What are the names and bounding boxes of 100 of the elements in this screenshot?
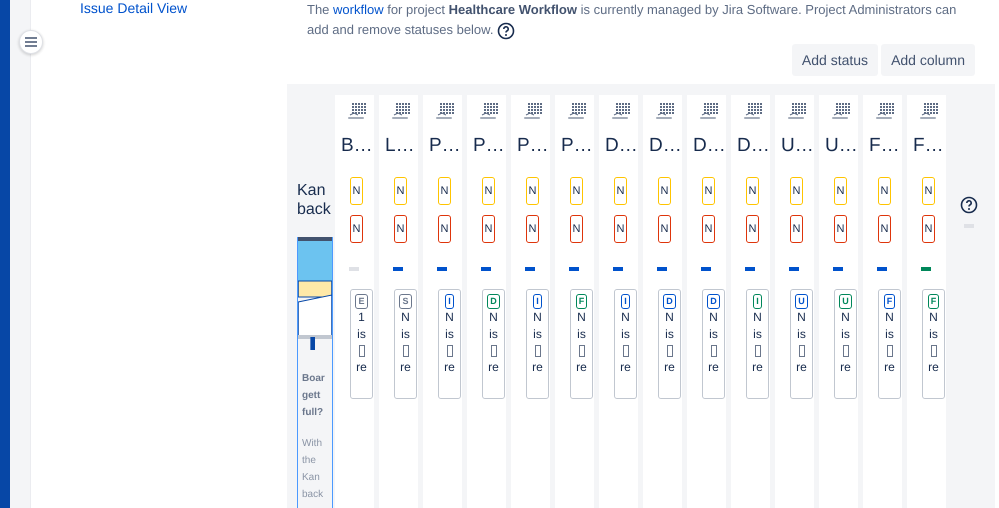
- issue-count: N: [445, 309, 454, 326]
- card-text: is: [665, 326, 674, 343]
- column-title[interactable]: D…: [737, 135, 770, 157]
- card-text: re: [620, 359, 631, 376]
- promo-heading: Boar gett full?: [302, 372, 326, 420]
- max-field[interactable]: N: [658, 215, 671, 243]
- min-field[interactable]: N: [790, 177, 803, 205]
- column-title[interactable]: F…: [913, 135, 944, 157]
- max-field[interactable]: N: [350, 215, 363, 243]
- card-text: re: [532, 359, 543, 376]
- max-field[interactable]: N: [878, 215, 891, 243]
- issue-count: N: [621, 309, 630, 326]
- column-title[interactable]: L…: [385, 135, 415, 157]
- promo-title: Kan back: [297, 181, 332, 219]
- min-field[interactable]: N: [922, 177, 935, 205]
- min-field[interactable]: N: [570, 177, 583, 205]
- max-field[interactable]: N: [922, 215, 935, 243]
- issue-count: N: [489, 309, 498, 326]
- column-title[interactable]: U…: [825, 135, 858, 157]
- promo-text: With the Kan back: [302, 437, 324, 502]
- status-lozenge: E: [355, 294, 368, 309]
- max-field[interactable]: N: [570, 215, 583, 243]
- min-field[interactable]: N: [438, 177, 451, 205]
- status-card[interactable]: I N is re: [614, 289, 637, 399]
- status-card[interactable]: E 1 is re: [350, 289, 373, 399]
- min-field[interactable]: N: [746, 177, 759, 205]
- status-lozenge: I: [621, 294, 630, 309]
- status-card[interactable]: I N is re: [526, 289, 549, 399]
- issue-count: 1: [358, 309, 365, 326]
- column-title[interactable]: U…: [781, 135, 814, 157]
- card-text: re: [752, 359, 763, 376]
- max-field[interactable]: N: [438, 215, 451, 243]
- column-title[interactable]: F…: [869, 135, 900, 157]
- min-field[interactable]: N: [482, 177, 495, 205]
- card-text: is: [445, 326, 454, 343]
- min-field[interactable]: N: [658, 177, 671, 205]
- status-lozenge: F: [884, 294, 896, 309]
- card-text: re: [400, 359, 411, 376]
- card-text: re: [884, 359, 895, 376]
- status-card[interactable]: S N is re: [394, 289, 417, 399]
- column-title[interactable]: P…: [517, 135, 549, 157]
- issue-count: N: [577, 309, 586, 326]
- card-text: re: [576, 359, 587, 376]
- status-card[interactable]: U N is re: [790, 289, 813, 399]
- card-text: is: [709, 326, 718, 343]
- column-title[interactable]: P…: [561, 135, 593, 157]
- toolbar-button[interactable]: Add status: [792, 44, 878, 76]
- min-field[interactable]: N: [350, 177, 363, 205]
- workflow-link[interactable]: workflow: [333, 2, 384, 17]
- toolbar-button[interactable]: Add column: [881, 44, 975, 76]
- max-field[interactable]: N: [702, 215, 715, 243]
- column-title[interactable]: B…: [341, 135, 373, 157]
- status-card[interactable]: D N is re: [482, 289, 505, 399]
- max-field[interactable]: N: [614, 215, 627, 243]
- card-text: re: [664, 359, 675, 376]
- min-field[interactable]: N: [878, 177, 891, 205]
- column-title[interactable]: D…: [693, 135, 726, 157]
- status-card[interactable]: D N is re: [702, 289, 725, 399]
- status-lozenge: I: [445, 294, 454, 309]
- max-field[interactable]: N: [526, 215, 539, 243]
- min-field[interactable]: N: [526, 177, 539, 205]
- card-text: re: [444, 359, 455, 376]
- status-card[interactable]: I N is re: [438, 289, 461, 399]
- status-card[interactable]: D N is re: [658, 289, 681, 399]
- status-card[interactable]: F N is re: [878, 289, 901, 399]
- max-field[interactable]: N: [834, 215, 847, 243]
- sidebar-link[interactable]: Issue Detail View: [80, 0, 188, 16]
- status-card[interactable]: F N is re: [922, 289, 945, 399]
- status-lozenge: F: [576, 294, 588, 309]
- status-card[interactable]: F N is re: [570, 289, 593, 399]
- max-field[interactable]: N: [790, 215, 803, 243]
- status-lozenge: S: [399, 294, 412, 309]
- min-field[interactable]: N: [702, 177, 715, 205]
- min-field[interactable]: N: [834, 177, 847, 205]
- issue-count: N: [753, 309, 762, 326]
- column-title[interactable]: D…: [605, 135, 638, 157]
- status-card[interactable]: U N is re: [834, 289, 857, 399]
- status-lozenge: I: [533, 294, 542, 309]
- max-field[interactable]: N: [482, 215, 495, 243]
- column-title[interactable]: P…: [429, 135, 461, 157]
- card-text: is: [797, 326, 806, 343]
- status-lozenge: U: [795, 294, 808, 309]
- status-lozenge: U: [839, 294, 852, 309]
- min-field[interactable]: N: [614, 177, 627, 205]
- card-text: is: [357, 326, 366, 343]
- max-field[interactable]: N: [746, 215, 759, 243]
- column-title[interactable]: P…: [473, 135, 505, 157]
- status-lozenge: D: [487, 294, 500, 309]
- status-lozenge: D: [663, 294, 676, 309]
- card-text: re: [796, 359, 807, 376]
- card-text: re: [708, 359, 719, 376]
- status-card[interactable]: I N is re: [746, 289, 769, 399]
- intro-text: The workflow for project Healthcare Workflow is currently managed by Jira Software. Project Administrators can add and remove statuses below.: [307, 0, 975, 40]
- card-text: is: [577, 326, 586, 343]
- column-title[interactable]: D…: [649, 135, 682, 157]
- card-text: is: [929, 326, 938, 343]
- max-field[interactable]: N: [394, 215, 407, 243]
- status-lozenge: F: [928, 294, 940, 309]
- card-text: re: [488, 359, 499, 376]
- min-field[interactable]: N: [394, 177, 407, 205]
